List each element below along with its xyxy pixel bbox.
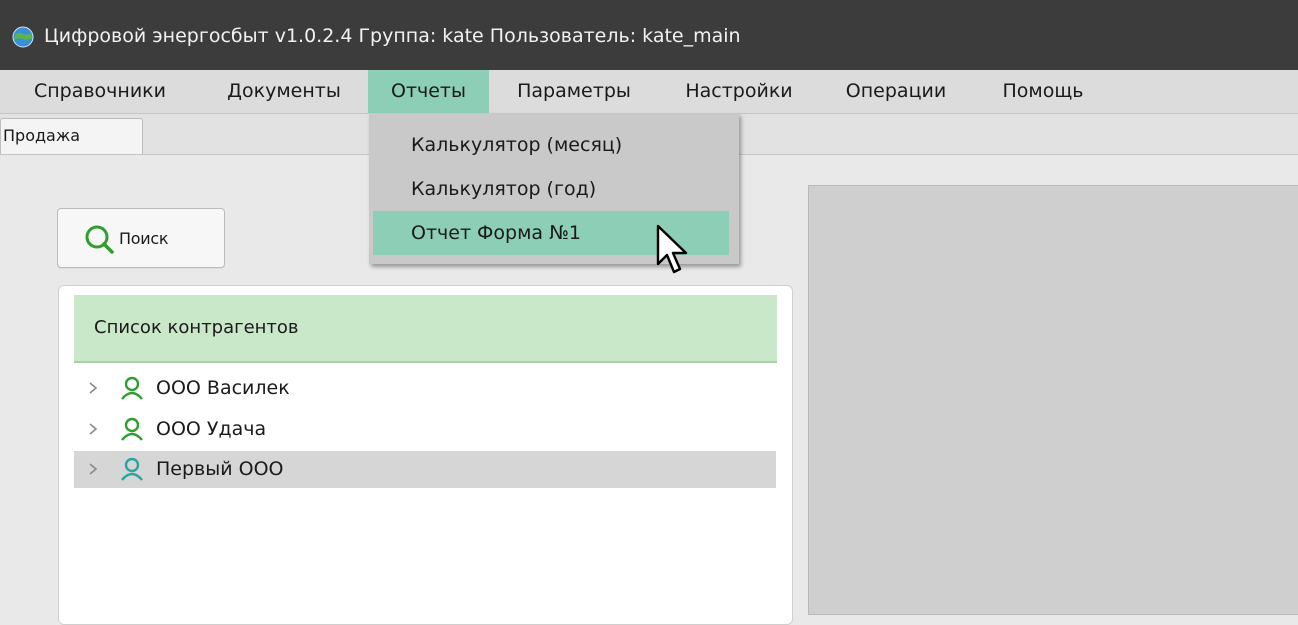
search-icon [85,225,114,254]
window-title: Цифровой энергосбыт v1.0.2.4 Группа: kat… [44,25,741,47]
search-button[interactable]: Поиск [57,208,225,268]
tab-sales[interactable]: Продажа [0,118,143,154]
menu-item-settings[interactable]: Настройки [659,70,819,113]
tree-item-label: ООО Василек [156,377,290,399]
menu-item-calculator-year[interactable]: Калькулятор (год) [373,167,729,211]
menu-item-references[interactable]: Справочники [0,70,200,113]
contractors-header-label: Список контрагентов [94,317,299,338]
person-icon [121,457,143,481]
mouse-cursor-icon [656,224,688,274]
tree-item-label: ООО Удача [156,418,267,440]
tree-item-selected[interactable]: Первый ООО [74,451,776,488]
menu-item-help[interactable]: Помощь [973,70,1113,113]
menu-item-documents[interactable]: Документы [200,70,368,113]
chevron-right-icon[interactable] [86,420,100,438]
search-button-label: Поиск [119,229,169,248]
menu-item-operations[interactable]: Операции [819,70,973,113]
contractors-header: Список контрагентов [74,295,777,363]
menu-item-reports[interactable]: Отчеты [368,70,489,113]
title-bar: Цифровой энергосбыт v1.0.2.4 Группа: kat… [0,0,1298,70]
details-panel [808,185,1298,615]
tree-item[interactable]: ООО Удача [74,411,776,448]
tree-item[interactable]: ООО Василек [74,370,776,407]
menu-bar: Справочники Документы Отчеты Параметры Н… [0,70,1298,114]
globe-icon [12,26,34,48]
chevron-right-icon[interactable] [86,460,100,478]
chevron-right-icon[interactable] [86,379,100,397]
person-icon [121,417,143,441]
person-icon [121,376,143,400]
menu-item-parameters[interactable]: Параметры [489,70,659,113]
menu-item-calculator-month[interactable]: Калькулятор (месяц) [373,123,729,167]
tree-item-label: Первый ООО [156,458,284,480]
